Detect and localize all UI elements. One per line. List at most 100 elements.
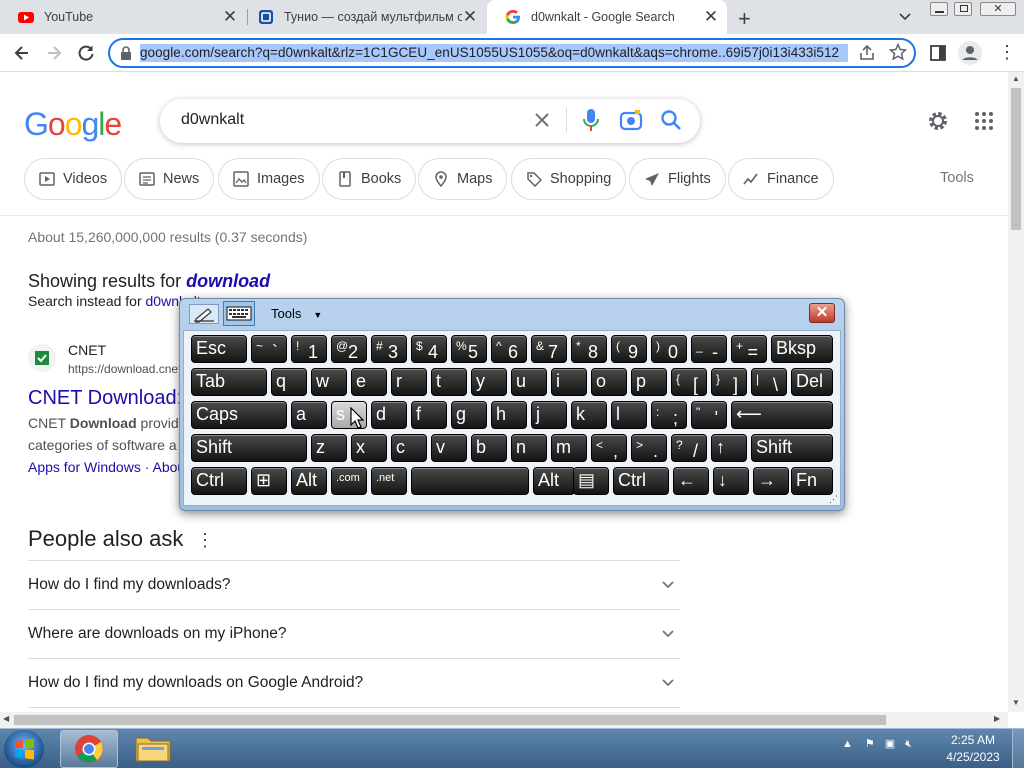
key-q[interactable]: q xyxy=(271,368,307,396)
key-x[interactable]: x xyxy=(351,434,387,462)
key-m[interactable]: m xyxy=(551,434,587,462)
key-u364[interactable]: $4 xyxy=(411,335,447,363)
profile-avatar[interactable] xyxy=(958,41,982,65)
action-center-icon[interactable]: ⚑ xyxy=(865,738,875,750)
scroll-left-arrow-icon[interactable]: ◀ xyxy=(3,714,9,723)
handwriting-pad-button[interactable] xyxy=(189,304,219,324)
key-u642[interactable]: @2 xyxy=(331,335,367,363)
chip-books[interactable]: Books xyxy=(322,158,417,200)
chip-videos[interactable]: Videos xyxy=(24,158,123,200)
key-Caps[interactable]: Caps xyxy=(191,401,287,429)
key-v[interactable]: v xyxy=(431,434,467,462)
key-u[interactable]: u xyxy=(511,368,547,396)
window-close-button[interactable]: ✕ xyxy=(980,2,1016,16)
key-Shift[interactable]: Shift xyxy=(191,434,307,462)
keyboard-mode-button[interactable] xyxy=(223,301,255,326)
vertical-scroll-thumb[interactable] xyxy=(1011,88,1021,230)
key-Esc[interactable]: Esc xyxy=(191,335,247,363)
paa-question[interactable]: How do I find my downloads? xyxy=(28,560,680,609)
key-u375[interactable]: % 5 xyxy=(451,335,487,363)
key-w[interactable]: w xyxy=(311,368,347,396)
new-tab-button[interactable]: + xyxy=(738,6,751,32)
key-a[interactable]: a xyxy=(291,401,327,429)
key-u126u96[interactable]: ~ ` xyxy=(251,335,287,363)
close-tab-icon[interactable]: ✕ xyxy=(703,8,719,25)
key-u46net[interactable]: .net xyxy=(371,467,407,495)
key-Alt[interactable]: Alt xyxy=(291,467,327,495)
close-tab-icon[interactable]: ✕ xyxy=(222,8,238,25)
bookmark-star-icon[interactable] xyxy=(889,43,907,61)
chip-maps[interactable]: Maps xyxy=(418,158,508,200)
network-icon[interactable]: ▣ xyxy=(885,738,895,750)
scroll-down-arrow-icon[interactable]: ▼ xyxy=(1012,698,1020,707)
key-u10229[interactable]: ⟵ xyxy=(731,401,833,429)
key-p[interactable]: p xyxy=(631,368,667,396)
show-hidden-icons-arrow[interactable]: ▲ xyxy=(842,738,853,750)
key-i[interactable]: i xyxy=(551,368,587,396)
lock-icon[interactable] xyxy=(120,46,132,60)
google-logo[interactable]: Google xyxy=(24,106,122,143)
back-button[interactable] xyxy=(12,43,32,63)
key-u8862[interactable]: ⊞ xyxy=(251,467,287,495)
resize-grip-icon[interactable]: ⋰ xyxy=(829,494,838,505)
taskbar-chrome-button[interactable] xyxy=(60,730,118,768)
result-sitelinks[interactable]: Apps for Windows · Abou xyxy=(28,459,185,475)
key-Alt[interactable]: Alt xyxy=(533,467,575,495)
key-r[interactable]: r xyxy=(391,368,427,396)
scroll-up-arrow-icon[interactable]: ▲ xyxy=(1012,74,1020,83)
key-l[interactable]: l xyxy=(611,401,647,429)
key-u8593[interactable]: ↑ xyxy=(711,434,747,462)
key-u62u46[interactable]: >. xyxy=(631,434,667,462)
tab-search-icon[interactable] xyxy=(897,8,913,24)
key-u124u92[interactable]: | \ xyxy=(751,368,787,396)
key-u8594[interactable]: → xyxy=(753,467,789,495)
corrected-term-link[interactable]: download xyxy=(186,271,270,291)
key-space[interactable] xyxy=(411,467,529,495)
taskbar-explorer-button[interactable] xyxy=(124,730,182,768)
key-f[interactable]: f xyxy=(411,401,447,429)
close-tab-icon[interactable]: ✕ xyxy=(462,8,478,25)
key-Shift[interactable]: Shift xyxy=(751,434,833,462)
search-icon[interactable] xyxy=(660,109,682,131)
key-u34u39[interactable]: " ' xyxy=(691,401,727,429)
key-u8592[interactable]: ← xyxy=(673,467,709,495)
taskbar-clock[interactable]: 2:25 AM 4/25/2023 xyxy=(936,732,1010,766)
keyboard-tools-menu[interactable]: Tools ▼ xyxy=(271,306,322,321)
result-title-link[interactable]: CNET Download: xyxy=(28,387,182,410)
key-g[interactable]: g xyxy=(451,401,487,429)
key-Ctrl[interactable]: Ctrl xyxy=(191,467,247,495)
settings-gear-icon[interactable] xyxy=(926,109,950,133)
key-n[interactable]: n xyxy=(511,434,547,462)
key-u123u91[interactable]: {[ xyxy=(671,368,707,396)
paa-question[interactable]: How do I find my downloads on Google And… xyxy=(28,658,680,707)
keyboard-close-button[interactable]: ✕ xyxy=(809,303,835,323)
key-u43u61[interactable]: + = xyxy=(731,335,767,363)
more-options-icon[interactable]: ⋮ xyxy=(196,530,214,551)
key-u95u45[interactable]: _ - xyxy=(691,335,727,363)
microphone-icon[interactable] xyxy=(582,108,600,132)
key-u46com[interactable]: .com xyxy=(331,467,367,495)
key-u410[interactable]: ) 0 xyxy=(651,335,687,363)
key-u331[interactable]: ! 1 xyxy=(291,335,327,363)
key-t[interactable]: t xyxy=(431,368,467,396)
key-u125u93[interactable]: }] xyxy=(711,368,747,396)
tab-google-search[interactable]: d0wnkalt - Google Search ✕ xyxy=(487,0,727,34)
paa-question[interactable]: Where are downloads on my iPhone? xyxy=(28,609,680,658)
volume-muted-icon[interactable]: 🔇︎ xyxy=(905,738,912,750)
side-panel-icon[interactable] xyxy=(929,44,947,62)
key-y[interactable]: y xyxy=(471,368,507,396)
chip-shopping[interactable]: Shopping xyxy=(511,158,627,200)
key-e[interactable]: e xyxy=(351,368,387,396)
key-u428[interactable]: * 8 xyxy=(571,335,607,363)
forward-button[interactable] xyxy=(44,43,64,63)
key-Fn[interactable]: Fn xyxy=(791,467,833,495)
tools-button[interactable]: Tools xyxy=(940,170,974,186)
key-h[interactable]: h xyxy=(491,401,527,429)
key-Tab[interactable]: Tab xyxy=(191,368,267,396)
key-k[interactable]: k xyxy=(571,401,607,429)
key-Bksp[interactable]: Bksp xyxy=(771,335,833,363)
key-o[interactable]: o xyxy=(591,368,627,396)
key-j[interactable]: j xyxy=(531,401,567,429)
chip-flights[interactable]: Flights xyxy=(629,158,726,200)
apps-grid-icon[interactable] xyxy=(974,111,994,131)
